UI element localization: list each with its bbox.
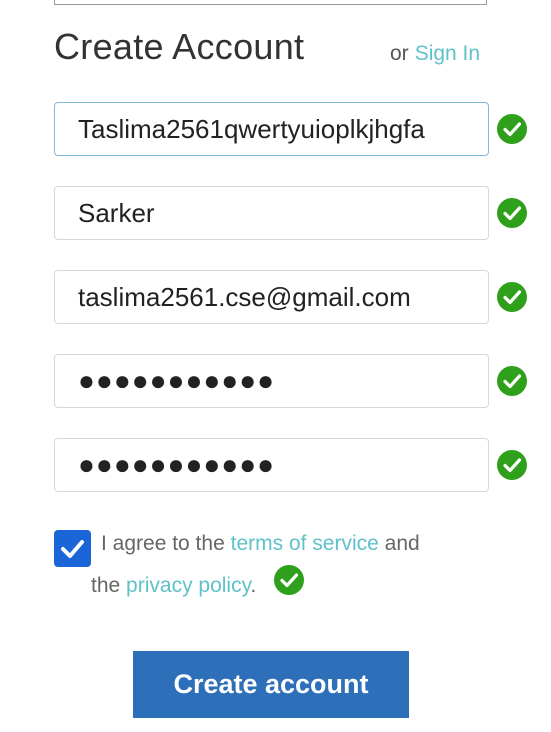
email-input[interactable] <box>54 270 489 324</box>
check-circle-icon <box>497 114 527 144</box>
signin-prompt: or Sign In <box>390 42 480 66</box>
create-account-button[interactable]: Create account <box>133 651 409 718</box>
sign-in-link[interactable]: Sign In <box>415 42 480 65</box>
or-text: or <box>390 42 409 65</box>
the-text: the <box>91 574 121 597</box>
check-circle-icon <box>497 198 527 228</box>
previous-field-edge <box>54 0 487 5</box>
agree-and-text: and <box>384 532 420 555</box>
confirm-password-input[interactable] <box>54 438 489 492</box>
period-text: . <box>250 574 257 597</box>
terms-of-service-link[interactable]: terms of service <box>231 532 379 555</box>
last-name-input[interactable] <box>54 186 489 240</box>
check-circle-icon <box>497 366 527 396</box>
password-input[interactable] <box>54 354 489 408</box>
check-circle-icon <box>274 565 304 595</box>
agree-checkbox[interactable] <box>54 530 91 567</box>
page-title: Create Account <box>54 26 305 67</box>
agree-text-line1: I agree to the terms of service and <box>101 532 420 556</box>
check-circle-icon <box>497 282 527 312</box>
agree-prefix-text: I agree to the <box>101 532 225 555</box>
checkmark-icon <box>61 540 84 558</box>
check-circle-icon <box>497 450 527 480</box>
first-name-input[interactable] <box>54 102 489 156</box>
privacy-policy-link[interactable]: privacy policy <box>126 574 250 597</box>
agree-text-line2: the privacy policy. <box>91 574 256 598</box>
